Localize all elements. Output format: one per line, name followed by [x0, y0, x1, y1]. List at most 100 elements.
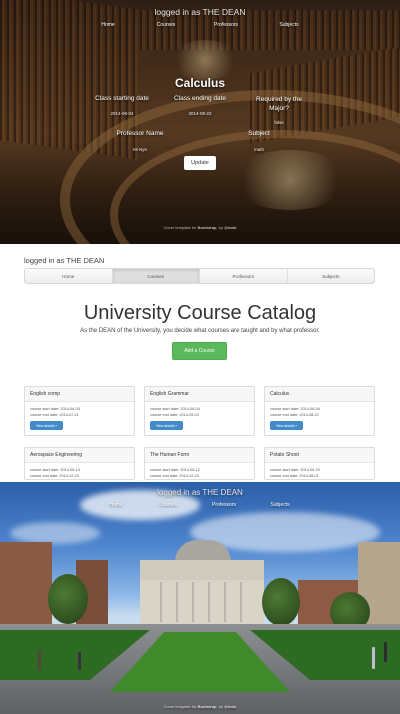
course-end: course end date: 2014-09-03 [145, 412, 254, 418]
professor-value[interactable]: Mi Nye [133, 147, 147, 152]
end-label: course end date: [270, 413, 299, 417]
start-date-label: Class starting date [95, 95, 149, 102]
course-title: Calculus [174, 76, 225, 90]
course-card: Aerospace Engineering course start date:… [24, 447, 135, 480]
tab-home[interactable]: Home [25, 269, 113, 283]
column [240, 582, 242, 622]
update-button[interactable]: Update [184, 156, 216, 170]
lead-text: As the DEAN of the University, you decid… [80, 328, 320, 334]
start-label: course start date: [30, 468, 60, 472]
tab-professors[interactable]: Professors [200, 269, 288, 283]
add-course-button[interactable]: Add a Course [172, 342, 227, 360]
logged-in-label: logged in as THE DEAN [24, 256, 105, 265]
tab-subjects[interactable]: Subjects [288, 269, 375, 283]
subject-label: Subject [248, 130, 270, 137]
page-title: University Course Catalog [83, 302, 317, 324]
overlay [0, 0, 400, 244]
view-details-button[interactable]: View details » [150, 421, 183, 430]
cloud [10, 522, 100, 544]
author-link[interactable]: @mdo [224, 704, 236, 709]
start-label: course start date: [270, 468, 300, 472]
end-value: 2014-07-21 [59, 413, 79, 417]
footer: Cover template for Bootstrap, by @mdo [0, 704, 400, 709]
course-card: English Grammar course start date: 2014-… [144, 386, 255, 436]
catalog-screen: logged in as THE DEAN Home Courses Profe… [0, 244, 400, 482]
start-value: 2014-06-03 [60, 407, 80, 411]
nav-subjects[interactable]: Subjects [270, 502, 289, 508]
footer-text: , by [216, 225, 225, 230]
nav-professors[interactable]: Professors [212, 502, 236, 508]
view-details-button[interactable]: View details » [270, 421, 303, 430]
nav-tabs: Home Courses Professors Subjects [24, 268, 375, 284]
footer-text: Cover template for [163, 704, 198, 709]
nav-subjects[interactable]: Subjects [279, 22, 298, 28]
library-facade [140, 580, 264, 624]
building-left [0, 542, 52, 637]
end-value: 2014-09-03 [179, 413, 199, 417]
course-card: English comp course start date: 2014-06-… [24, 386, 135, 436]
bootstrap-link[interactable]: Bootstrap [198, 704, 217, 709]
nav-professors[interactable]: Professors [214, 22, 238, 28]
logged-in-label: logged in as THE DEAN [154, 7, 246, 17]
start-value: 2014-06-04 [180, 407, 200, 411]
end-value: 2014-08-22 [299, 413, 319, 417]
bootstrap-link[interactable]: Bootstrap [198, 225, 217, 230]
start-value: 2014-06-12 [180, 468, 200, 472]
person [372, 647, 375, 669]
professor-label: Professor Name [116, 130, 164, 137]
course-name: English Grammar [145, 387, 254, 402]
nav-home[interactable]: Home [101, 22, 114, 28]
course-card: The Human Form course start date: 2014-0… [144, 447, 255, 480]
course-name: Calculus [265, 387, 374, 402]
author-link[interactable]: @mdo [224, 225, 236, 230]
column [160, 582, 162, 622]
nav-home[interactable]: Home [109, 502, 122, 508]
person [384, 642, 387, 662]
library-pediment [140, 560, 264, 580]
course-card: Potato Shoot course start date: 2014-06-… [264, 447, 375, 480]
footer: Cover template for Bootstrap, by @mdo [0, 225, 400, 230]
start-value: 2014-06-13 [60, 468, 80, 472]
campus-home-screen: logged in as THE DEAN Home Courses Profe… [0, 482, 400, 714]
required-value[interactable]: false [274, 120, 284, 125]
course-name: Aerospace Engineering [25, 448, 134, 463]
nav-courses[interactable]: Courses [159, 502, 178, 508]
tab-courses[interactable]: Courses [112, 269, 200, 283]
end-label: course end date: [270, 474, 299, 478]
column [224, 582, 226, 622]
view-details-button[interactable]: View details » [30, 421, 63, 430]
course-card: Calculus course start date: 2014-06-04 c… [264, 386, 375, 436]
course-name: The Human Form [145, 448, 254, 463]
required-label: Required by the Major? [256, 96, 302, 112]
subject-value[interactable]: math [254, 147, 264, 152]
end-date-value[interactable]: 2014-08-22 [188, 111, 211, 116]
end-value: 2014-12-03 [59, 474, 79, 478]
end-label: course end date: [30, 413, 59, 417]
logged-in-label: logged in as THE DEAN [157, 488, 243, 497]
start-label: course start date: [30, 407, 60, 411]
nav-courses[interactable]: Courses [157, 22, 176, 28]
tree [262, 578, 300, 626]
start-label: course start date: [150, 468, 180, 472]
end-value: 2014-08-01 [299, 474, 319, 478]
end-label: course end date: [30, 474, 59, 478]
course-end: course end date: 2014-12-03 [25, 473, 134, 479]
tree [48, 574, 88, 624]
end-label: course end date: [150, 413, 179, 417]
footer-text: , by [216, 704, 225, 709]
start-value: 2014-06-04 [300, 407, 320, 411]
end-label: course end date: [150, 474, 179, 478]
course-end: course end date: 2014-08-01 [265, 473, 374, 479]
course-end: course end date: 2014-08-22 [265, 412, 374, 418]
end-date-label: Class ending date [173, 95, 227, 102]
course-name: Potato Shoot [265, 448, 374, 463]
course-name: English comp [25, 387, 134, 402]
start-label: course start date: [150, 407, 180, 411]
start-value: 2014-06-20 [300, 468, 320, 472]
column [192, 582, 194, 622]
course-end: course end date: 2014-07-21 [25, 412, 134, 418]
course-edit-screen: logged in as THE DEAN Home Courses Profe… [0, 0, 400, 244]
column [208, 582, 210, 622]
end-value: 2014-12-23 [179, 474, 199, 478]
start-date-value[interactable]: 2014-06-04 [110, 111, 133, 116]
